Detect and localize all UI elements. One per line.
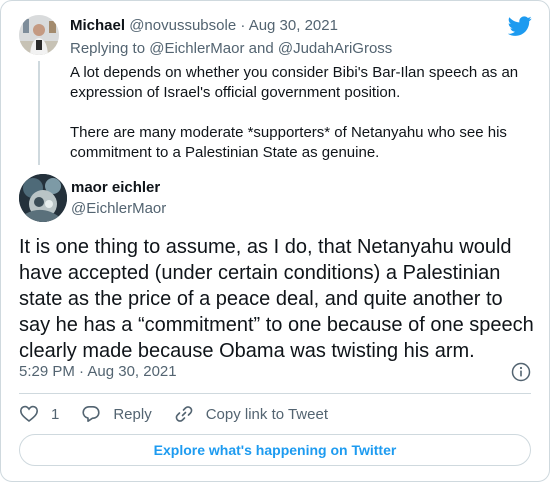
- action-bar: 1 Reply Copy link to Tweet: [19, 403, 350, 425]
- separator: ·: [240, 17, 246, 34]
- avatar-image: [19, 174, 67, 222]
- heart-icon: [19, 405, 39, 423]
- paragraph: There are many moderate *supporters* of …: [70, 124, 507, 161]
- reply-bubble-icon: [82, 406, 100, 422]
- avatar-image: [19, 15, 59, 55]
- copy-link-label: Copy link to Tweet: [205, 405, 328, 423]
- author-name[interactable]: Michael: [70, 17, 125, 34]
- tweet-embed-card: Michael @novussubsole · Aug 30, 2021 Rep…: [0, 0, 550, 482]
- like-count: 1: [51, 405, 60, 423]
- divider: [19, 393, 531, 394]
- avatar[interactable]: [19, 15, 59, 55]
- tweet-timestamp[interactable]: 5:29 PM · Aug 30, 2021: [19, 363, 177, 380]
- main-tweet-text: It is one thing to assume, as I do, that…: [19, 236, 534, 362]
- replying-to-line: Replying to @EichlerMaor and @JudahAriGr…: [70, 40, 392, 57]
- replying-prefix: Replying to: [70, 40, 146, 57]
- thread-connector-line: [38, 61, 40, 165]
- replying-and: and: [248, 40, 274, 57]
- reply-button[interactable]: Reply: [81, 404, 152, 424]
- reply-label: Reply: [113, 405, 152, 423]
- twitter-bird-icon[interactable]: [508, 14, 532, 38]
- paragraph: A lot depends on whether you consider Bi…: [70, 64, 519, 101]
- copy-link-button[interactable]: Copy link to Tweet: [174, 404, 328, 424]
- mention-link[interactable]: @EichlerMaor: [149, 40, 244, 57]
- author-handle[interactable]: @EichlerMaor: [71, 200, 166, 217]
- info-icon[interactable]: [511, 362, 531, 382]
- explore-twitter-button[interactable]: Explore what's happening on Twitter: [19, 434, 531, 466]
- author-handle[interactable]: @novussubsole: [129, 17, 236, 34]
- mention-link[interactable]: @JudahAriGross: [278, 40, 392, 57]
- link-icon: [175, 406, 193, 422]
- parent-tweet-text: A lot depends on whether you consider Bi…: [70, 63, 540, 163]
- avatar[interactable]: [19, 174, 67, 222]
- author-name[interactable]: maor eichler: [71, 179, 160, 196]
- like-button[interactable]: 1: [19, 404, 59, 424]
- tweet-date[interactable]: Aug 30, 2021: [249, 17, 338, 34]
- parent-tweet-header: Michael @novussubsole · Aug 30, 2021: [70, 17, 338, 34]
